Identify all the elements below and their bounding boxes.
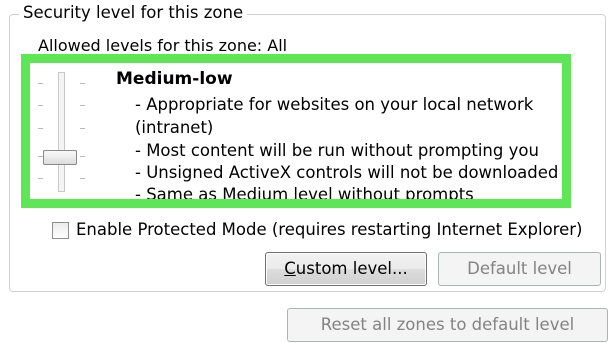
protected-mode-checkbox[interactable] (52, 221, 69, 239)
custom-level-button[interactable]: Custom level... (265, 252, 427, 286)
default-level-button[interactable]: Default level (438, 252, 601, 286)
group-title: Security level for this zone (19, 2, 248, 24)
highlight-frame (21, 54, 571, 208)
reset-all-zones-button[interactable]: Reset all zones to default level (287, 308, 608, 342)
protected-mode-label[interactable]: Enable Protected Mode (requires restarti… (76, 219, 582, 241)
protected-mode-option[interactable]: Enable Protected Mode (requires restarti… (52, 219, 582, 241)
